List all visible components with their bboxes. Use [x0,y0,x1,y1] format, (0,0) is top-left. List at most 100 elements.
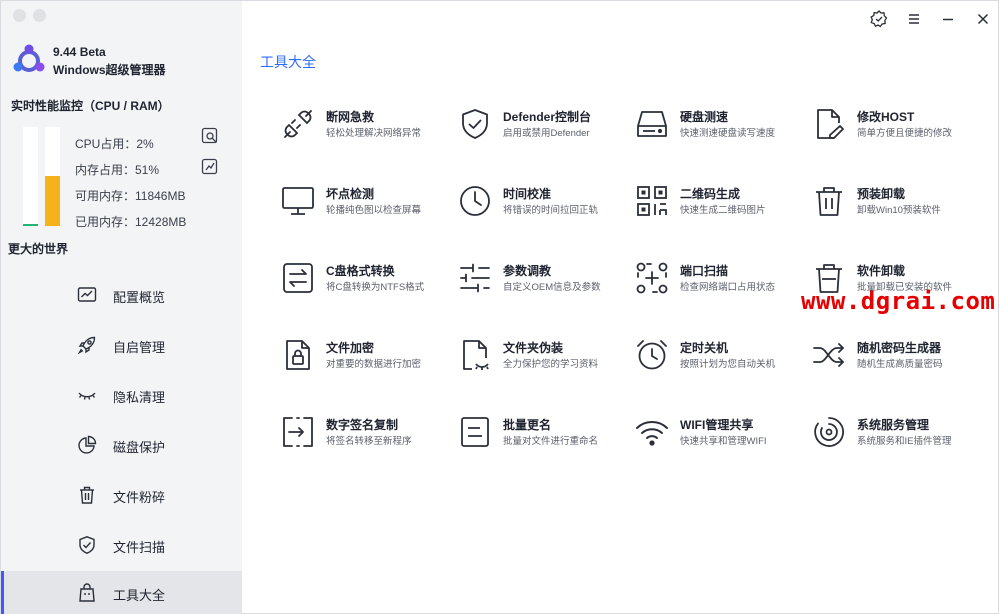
tool-desc: 简单方便且便捷的修改 [857,128,953,139]
tool-dead-pixel[interactable]: 坏点检测 轮播纯色图以检查屏幕 [281,184,451,236]
shield-icon [77,535,97,555]
tool-name: 参数调教 [503,264,552,278]
tool-name: Defender控制台 [503,110,592,124]
tool-desc: 按照计划为您自动关机 [680,359,776,370]
trash-icon [812,184,846,218]
sidebar: 9.44 Beta Windows超级管理器 实时性能监控（CPU / RAM）… [1,1,242,614]
tool-name: 硬盘测速 [680,110,729,124]
tool-name: 坏点检测 [326,187,375,201]
app-window: 9.44 Beta Windows超级管理器 实时性能监控（CPU / RAM）… [0,0,999,614]
memory-usage-text: 内存占用：51% [75,163,160,177]
verified-badge-icon[interactable] [870,10,888,28]
alarm-icon [635,338,669,372]
nav-item-startup[interactable]: 自启管理 [1,323,242,367]
tool-name: 时间校准 [503,187,552,201]
sign-copy-icon [281,415,315,449]
nav-label: 工具大全 [113,588,166,603]
tool-desc: 轮播纯色图以检查屏幕 [326,205,422,216]
tool-desc: 快速测速硬盘读写速度 [680,128,776,139]
memory-usage-bar [45,127,60,226]
memory-usage-fill [45,175,60,226]
close-icon[interactable] [974,10,992,28]
nav-item-file-shred[interactable]: 文件粉碎 [1,473,242,517]
tool-name: 软件卸载 [857,264,906,278]
pie-icon [77,435,97,455]
tool-preinstalled-uninstall[interactable]: 预装卸载 卸载Win10预装软件 [812,184,982,236]
tool-name: 定时关机 [680,341,729,355]
tool-name: 修改HOST [857,110,915,124]
window-minimize-dot[interactable] [33,9,46,22]
qr-icon [635,184,669,218]
section-title: 工具大全 [260,54,316,70]
nav-item-disk-protect[interactable]: 磁盘保护 [1,423,242,467]
tool-desc: 检查网络端口占用状态 [680,282,776,293]
clock-icon [458,184,492,218]
tool-service-manager[interactable]: 系统服务管理 系统服务和IE插件管理 [812,415,982,467]
tool-port-scan[interactable]: 端口扫描 检查网络端口占用状态 [635,261,805,313]
memory-detail-icon[interactable] [201,158,219,176]
tool-c-drive-convert[interactable]: C盘格式转换 将C盘转换为NTFS格式 [281,261,451,313]
tool-scheduled-shutdown[interactable]: 定时关机 按照计划为您自动关机 [635,338,805,390]
nav-item-config-overview[interactable]: 配置概览 [1,273,242,317]
service-icon [812,415,846,449]
tool-desc: 将C盘转换为NTFS格式 [326,282,425,293]
nav-item-file-scan[interactable]: 文件扫描 [1,523,242,567]
file-lock-icon [281,338,315,372]
watermark-text: www.dgrai.com [801,287,996,315]
tool-name: 系统服务管理 [857,418,930,432]
tool-param-tune[interactable]: 参数调教 自定义OEM信息及参数 [458,261,628,313]
tool-name: 文件夹伪装 [503,341,564,355]
cpu-usage-text: CPU占用：2% [75,137,154,151]
tool-disk-speed[interactable]: 硬盘测速 快速测速硬盘读写速度 [635,107,805,159]
tool-qr-generate[interactable]: 二维码生成 快速生成二维码图片 [635,184,805,236]
tool-edit-hosts[interactable]: 修改HOST 简单方便且便捷的修改 [812,107,982,159]
tool-time-sync[interactable]: 时间校准 将错误的时间拉回正轨 [458,184,628,236]
tool-folder-disguise[interactable]: 文件夹伪装 全力保护您的学习资料 [458,338,628,390]
tool-wifi-share[interactable]: WIFI管理共享 快速共享和管理WIFI [635,415,805,467]
tool-signature-copy[interactable]: 数字签名复制 将签名转移至新程序 [281,415,451,467]
tool-name: 二维码生成 [680,187,741,201]
tool-desc: 将错误的时间拉回正轨 [503,205,599,216]
sliders-icon [458,261,492,295]
tool-network-rescue[interactable]: 断网急救 轻松处理解决网络异常 [281,107,451,159]
file-edit-icon [812,107,846,141]
nav-item-toolbox[interactable]: 工具大全 [1,571,242,614]
perf-monitor-title: 实时性能监控（CPU / RAM） [11,99,170,113]
tool-desc: 将签名转移至新程序 [326,436,412,447]
tool-batch-rename[interactable]: 批量更名 批量对文件进行重命名 [458,415,628,467]
cpu-detail-icon[interactable] [201,127,219,145]
scan-icon [635,261,669,295]
nav-item-privacy[interactable]: 隐私清理 [1,373,242,417]
tagline: 更大的世界 [8,242,69,256]
tool-name: 断网急救 [326,110,375,124]
eye-closed-icon [77,385,97,405]
nav-label: 磁盘保护 [113,440,166,455]
window-close-dot[interactable] [13,9,26,22]
menu-icon[interactable] [905,10,923,28]
tool-defender-console[interactable]: Defender控制台 启用或禁用Defender [458,107,628,159]
app-logo-icon [11,43,47,79]
minimize-icon[interactable] [939,10,957,28]
tool-desc: 快速共享和管理WIFI [680,436,767,447]
shuffle-icon [812,338,846,372]
shield-check-icon [458,107,492,141]
tool-desc: 对重要的数据进行加密 [326,359,422,370]
nav-label: 文件扫描 [113,540,166,555]
bag-icon [77,583,97,603]
tool-desc: 自定义OEM信息及参数 [503,282,601,293]
chart-icon [77,285,97,305]
tool-password-generator[interactable]: 随机密码生成器 随机生成高质量密码 [812,338,982,390]
rocket-icon [77,335,97,355]
tool-name: 预装卸载 [857,187,906,201]
used-memory-text: 已用内存：12428MB [75,215,187,229]
monitor-icon [281,184,315,218]
tool-name: 随机密码生成器 [857,341,942,355]
swap-icon [281,261,315,295]
tool-file-encrypt[interactable]: 文件加密 对重要的数据进行加密 [281,338,451,390]
tool-desc: 全力保护您的学习资料 [503,359,599,370]
cpu-usage-bar [23,127,38,226]
tool-name: 批量更名 [503,418,552,432]
tool-name: 文件加密 [326,341,375,355]
tool-desc: 批量对文件进行重命名 [503,436,599,447]
plug-icon [281,107,315,141]
